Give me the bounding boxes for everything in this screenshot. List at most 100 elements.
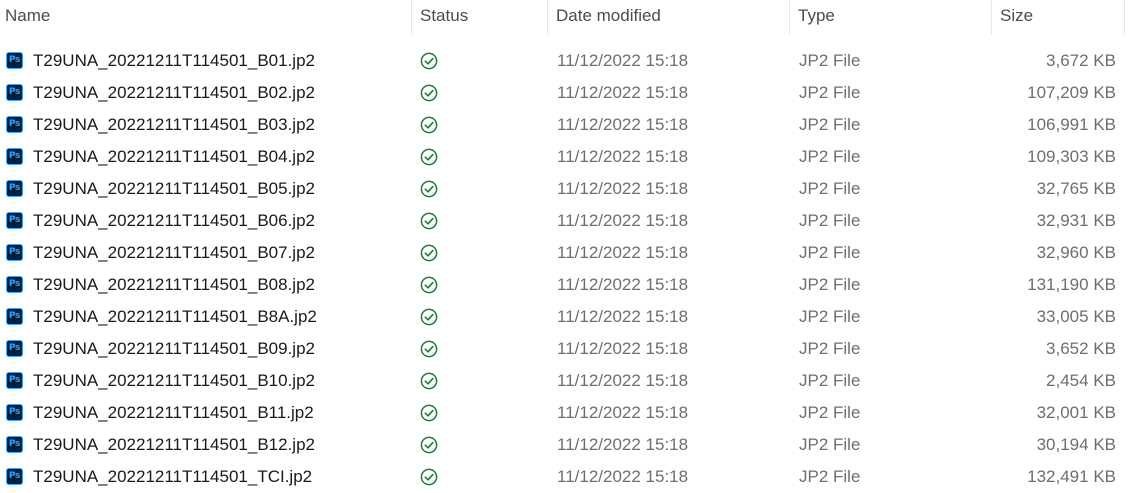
synced-check-icon xyxy=(420,468,438,486)
file-name: T29UNA_20221211T114501_B8A.jp2 xyxy=(33,307,317,326)
file-type: JP2 File xyxy=(799,435,861,454)
file-size: 32,960 KB xyxy=(1036,243,1116,262)
file-size: 2,454 KB xyxy=(1046,371,1116,390)
synced-check-icon xyxy=(420,276,438,294)
photoshop-file-icon: Ps xyxy=(6,468,23,485)
file-size: 109,303 KB xyxy=(1027,147,1116,166)
file-row[interactable]: Ps T29UNA_20221211T114501_TCI.jp2 11/12/… xyxy=(0,461,1133,493)
file-date-modified: 11/12/2022 15:18 xyxy=(557,83,689,102)
file-date-modified: 11/12/2022 15:18 xyxy=(557,403,689,422)
file-name: T29UNA_20221211T114501_B01.jp2 xyxy=(33,51,315,70)
file-row[interactable]: Ps T29UNA_20221211T114501_B11.jp2 11/12/… xyxy=(0,397,1133,429)
file-size: 3,652 KB xyxy=(1046,339,1116,358)
file-type: JP2 File xyxy=(799,83,861,102)
file-row[interactable]: Ps T29UNA_20221211T114501_B12.jp2 11/12/… xyxy=(0,429,1133,461)
photoshop-file-icon: Ps xyxy=(6,372,23,389)
file-name: T29UNA_20221211T114501_B12.jp2 xyxy=(33,435,315,454)
file-date-modified: 11/12/2022 15:18 xyxy=(557,243,689,262)
synced-check-icon xyxy=(420,180,438,198)
photoshop-file-icon: Ps xyxy=(6,212,23,229)
synced-check-icon xyxy=(420,340,438,358)
file-size: 132,491 KB xyxy=(1027,467,1116,486)
column-header-type[interactable]: Type xyxy=(790,0,992,34)
file-row[interactable]: Ps T29UNA_20221211T114501_B02.jp2 11/12/… xyxy=(0,77,1133,109)
file-row[interactable]: Ps T29UNA_20221211T114501_B06.jp2 11/12/… xyxy=(0,205,1133,237)
file-size: 32,931 KB xyxy=(1036,211,1116,230)
file-size: 32,765 KB xyxy=(1036,179,1116,198)
synced-check-icon xyxy=(420,148,438,166)
file-date-modified: 11/12/2022 15:18 xyxy=(557,371,689,390)
file-date-modified: 11/12/2022 15:18 xyxy=(557,115,689,134)
file-type: JP2 File xyxy=(799,211,861,230)
photoshop-file-icon: Ps xyxy=(6,148,23,165)
file-date-modified: 11/12/2022 15:18 xyxy=(557,467,689,486)
file-type: JP2 File xyxy=(799,147,861,166)
file-date-modified: 11/12/2022 15:18 xyxy=(557,147,689,166)
file-date-modified: 11/12/2022 15:18 xyxy=(557,275,689,294)
file-name: T29UNA_20221211T114501_B04.jp2 xyxy=(33,147,315,166)
file-name: T29UNA_20221211T114501_B07.jp2 xyxy=(33,243,315,262)
file-row[interactable]: Ps T29UNA_20221211T114501_B01.jp2 11/12/… xyxy=(0,45,1133,77)
synced-check-icon xyxy=(420,84,438,102)
photoshop-file-icon: Ps xyxy=(6,52,23,69)
file-name: T29UNA_20221211T114501_B10.jp2 xyxy=(33,371,315,390)
file-date-modified: 11/12/2022 15:18 xyxy=(557,179,689,198)
synced-check-icon xyxy=(420,436,438,454)
synced-check-icon xyxy=(420,372,438,390)
column-header-date-modified[interactable]: Date modified xyxy=(548,0,790,34)
photoshop-file-icon: Ps xyxy=(6,244,23,261)
file-row[interactable]: Ps T29UNA_20221211T114501_B08.jp2 11/12/… xyxy=(0,269,1133,301)
file-type: JP2 File xyxy=(799,243,861,262)
column-header-status-label: Status xyxy=(420,6,469,25)
photoshop-file-icon: Ps xyxy=(6,308,23,325)
file-name: T29UNA_20221211T114501_B11.jp2 xyxy=(33,403,314,422)
file-name: T29UNA_20221211T114501_B02.jp2 xyxy=(33,83,315,102)
column-header-status[interactable]: Status xyxy=(412,0,548,34)
file-row[interactable]: Ps T29UNA_20221211T114501_B05.jp2 11/12/… xyxy=(0,173,1133,205)
column-header-size-label: Size xyxy=(1000,6,1034,25)
synced-check-icon xyxy=(420,212,438,230)
column-header-size[interactable]: Size xyxy=(992,0,1125,34)
file-date-modified: 11/12/2022 15:18 xyxy=(557,211,689,230)
file-name: T29UNA_20221211T114501_B08.jp2 xyxy=(33,275,315,294)
column-header-name-label: Name xyxy=(5,6,51,25)
file-name: T29UNA_20221211T114501_B09.jp2 xyxy=(33,339,315,358)
photoshop-file-icon: Ps xyxy=(6,436,23,453)
column-header-name[interactable]: Name ⌃ xyxy=(0,0,412,34)
photoshop-file-icon: Ps xyxy=(6,180,23,197)
file-name: T29UNA_20221211T114501_B05.jp2 xyxy=(33,179,315,198)
file-date-modified: 11/12/2022 15:18 xyxy=(557,435,689,454)
file-type: JP2 File xyxy=(799,179,861,198)
photoshop-file-icon: Ps xyxy=(6,84,23,101)
synced-check-icon xyxy=(420,52,438,70)
file-type: JP2 File xyxy=(799,371,861,390)
file-size: 30,194 KB xyxy=(1036,435,1116,454)
file-row[interactable]: Ps T29UNA_20221211T114501_B07.jp2 11/12/… xyxy=(0,237,1133,269)
file-type: JP2 File xyxy=(799,307,861,326)
column-header-type-label: Type xyxy=(798,6,835,25)
file-size: 3,672 KB xyxy=(1046,51,1116,70)
file-size: 131,190 KB xyxy=(1027,275,1116,294)
synced-check-icon xyxy=(420,308,438,326)
file-row[interactable]: Ps T29UNA_20221211T114501_B04.jp2 11/12/… xyxy=(0,141,1133,173)
file-row[interactable]: Ps T29UNA_20221211T114501_B8A.jp2 11/12/… xyxy=(0,301,1133,333)
file-date-modified: 11/12/2022 15:18 xyxy=(557,339,689,358)
file-row[interactable]: Ps T29UNA_20221211T114501_B10.jp2 11/12/… xyxy=(0,365,1133,397)
column-header-bar: Name ⌃ Status Date modified Type Size xyxy=(0,0,1133,34)
file-row[interactable]: Ps T29UNA_20221211T114501_B03.jp2 11/12/… xyxy=(0,109,1133,141)
file-type: JP2 File xyxy=(799,51,861,70)
photoshop-file-icon: Ps xyxy=(6,276,23,293)
file-type: JP2 File xyxy=(799,275,861,294)
file-name: T29UNA_20221211T114501_B03.jp2 xyxy=(33,115,315,134)
sort-indicator-icon: ⌃ xyxy=(182,0,190,5)
file-size: 32,001 KB xyxy=(1036,403,1116,422)
column-header-date-modified-label: Date modified xyxy=(556,6,661,25)
file-type: JP2 File xyxy=(799,115,861,134)
file-size: 106,991 KB xyxy=(1027,115,1116,134)
file-type: JP2 File xyxy=(799,339,861,358)
file-list-view: Name ⌃ Status Date modified Type Size Ps… xyxy=(0,0,1133,492)
file-row[interactable]: Ps T29UNA_20221211T114501_B09.jp2 11/12/… xyxy=(0,333,1133,365)
file-name: T29UNA_20221211T114501_B06.jp2 xyxy=(33,211,315,230)
synced-check-icon xyxy=(420,244,438,262)
photoshop-file-icon: Ps xyxy=(6,116,23,133)
